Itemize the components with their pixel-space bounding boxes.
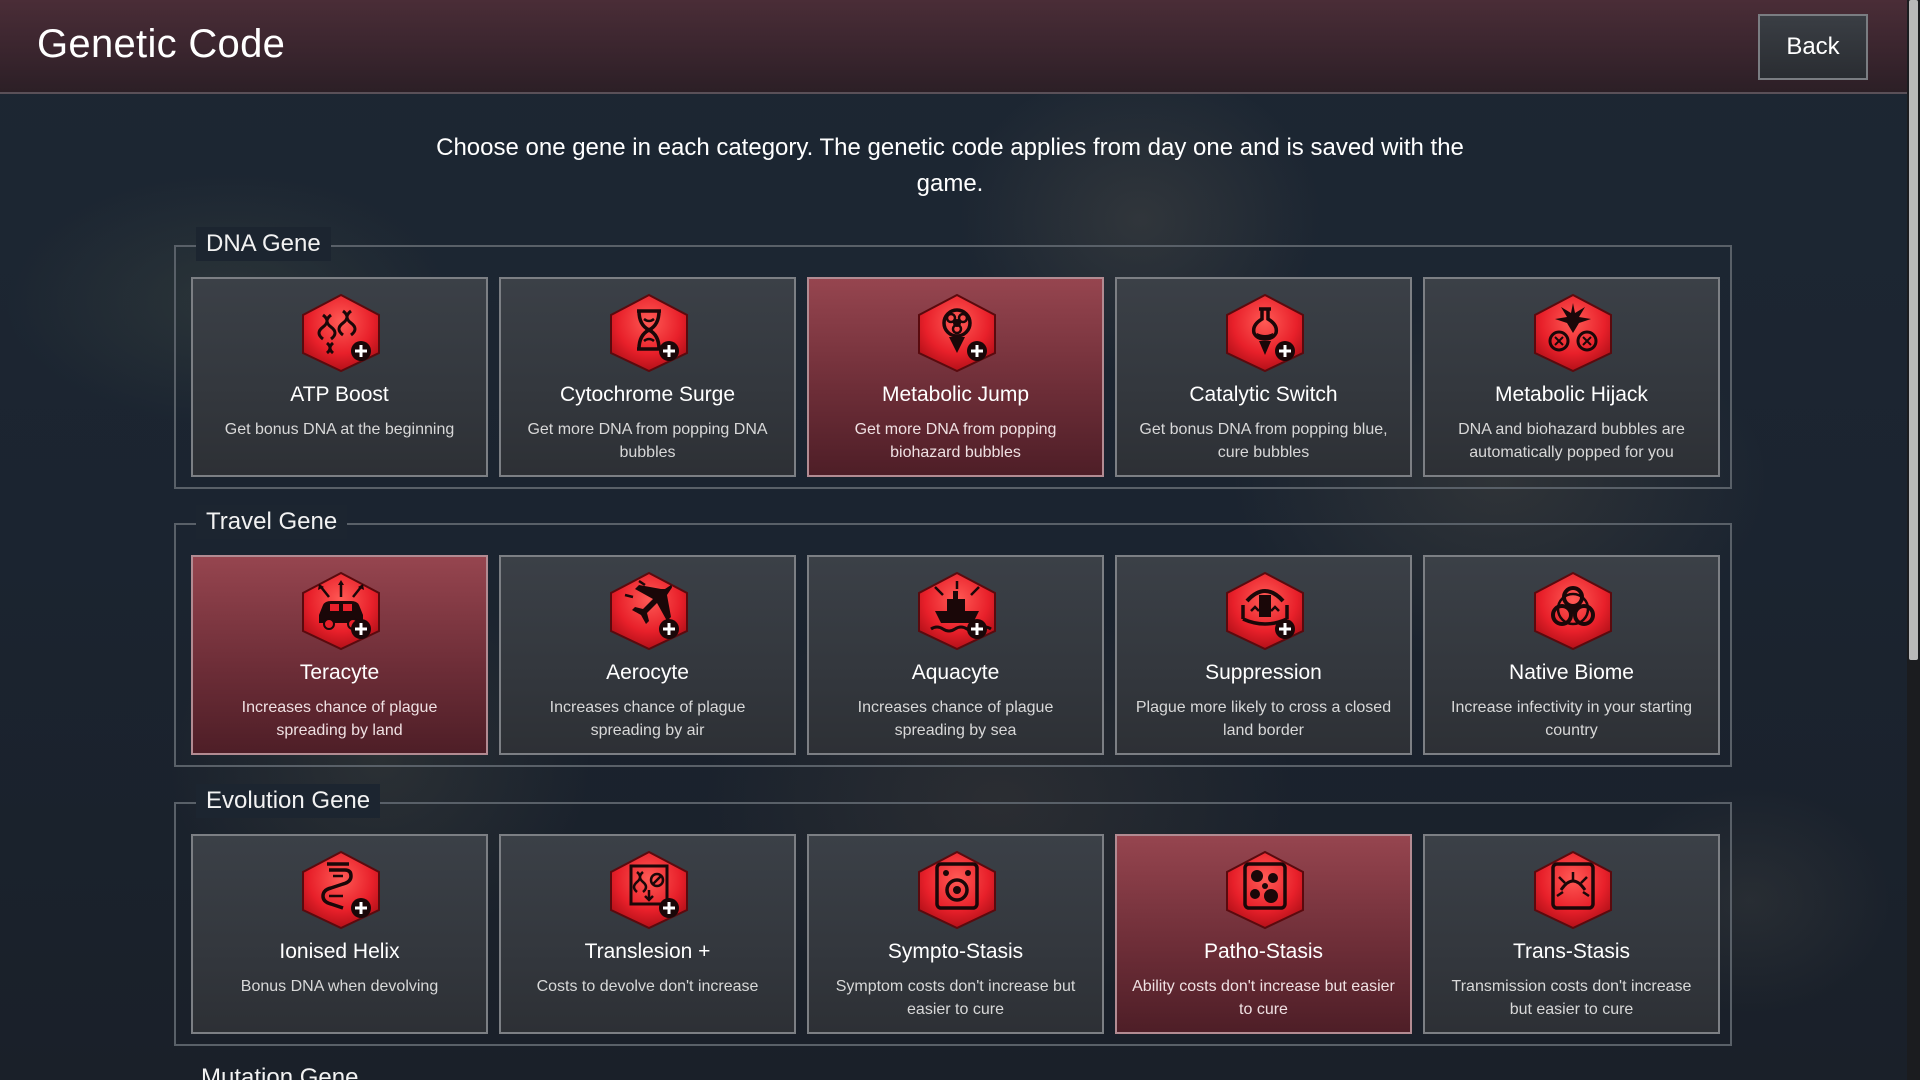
- dna-strands-icon: [297, 293, 385, 373]
- gene-card-sympto-stasis[interactable]: Sympto-Stasis Symptom costs don't increa…: [807, 834, 1104, 1034]
- gene-description: Bonus DNA when devolving: [240, 978, 439, 995]
- gene-description: Increases chance of plague spreading by …: [857, 699, 1054, 739]
- gene-name: Trans-Stasis: [1512, 940, 1631, 963]
- intro-text: Choose one gene in each category. The ge…: [436, 134, 1464, 197]
- gene-name: Metabolic Hijack: [1495, 383, 1648, 406]
- airplane-icon: [605, 571, 693, 651]
- gene-description: Ability costs don't increase but easier …: [1132, 978, 1395, 1018]
- category-title: DNA Gene: [196, 227, 331, 261]
- gene-card-metabolic-hijack[interactable]: Metabolic Hijack DNA and biohazard bubbl…: [1423, 277, 1720, 477]
- category-title: Evolution Gene: [196, 784, 381, 818]
- category-title-mutation-gene: Mutation Gene: [201, 1064, 359, 1080]
- burst-bubbles-icon: [1529, 293, 1617, 373]
- genetic-code-screen: Genetic Code Back Choose one gene in eac…: [0, 0, 1920, 1080]
- gene-card-cytochrome-surge[interactable]: Cytochrome Surge Get more DNA from poppi…: [499, 277, 796, 477]
- hourglass-dna-icon: [605, 293, 693, 373]
- gene-description: DNA and biohazard bubbles are automatica…: [1458, 421, 1685, 461]
- ship-icon: [913, 571, 1001, 651]
- biohazard-pin-icon: [913, 293, 1001, 373]
- gene-name: Suppression: [1205, 661, 1322, 684]
- gene-card-trans-stasis[interactable]: Trans-Stasis Transmission costs don't in…: [1423, 834, 1720, 1034]
- gene-card-patho-stasis[interactable]: Patho-Stasis Ability costs don't increas…: [1115, 834, 1412, 1034]
- gene-card-metabolic-jump[interactable]: Metabolic Jump Get more DNA from popping…: [807, 277, 1104, 477]
- gene-name: Catalytic Switch: [1189, 383, 1338, 406]
- gene-name: Metabolic Jump: [881, 383, 1030, 406]
- gene-name: Cytochrome Surge: [559, 383, 736, 406]
- category-travel-gene: Travel Gene Teracyte Increases chance of…: [174, 505, 1732, 767]
- gene-card-translesion-plus[interactable]: Translesion + Costs to devolve don't inc…: [499, 834, 796, 1034]
- gene-description: Costs to devolve don't increase: [536, 978, 759, 995]
- gene-description: Get more DNA from popping biohazard bubb…: [854, 421, 1057, 461]
- gene-name: Aquacyte: [911, 661, 1000, 684]
- gene-name: Sympto-Stasis: [887, 940, 1024, 963]
- gene-card-ionised-helix[interactable]: Ionised Helix Bonus DNA when devolving: [191, 834, 488, 1034]
- gene-card-native-biome[interactable]: Native Biome Increase infectivity in you…: [1423, 555, 1720, 755]
- category-evolution-gene: Evolution Gene Ionised Helix Bonus DNA w…: [174, 784, 1732, 1046]
- header-bar: Genetic Code Back: [0, 0, 1907, 94]
- gene-description: Plague more likely to cross a closed lan…: [1135, 699, 1392, 739]
- gene-description: Transmission costs don't increase but ea…: [1451, 978, 1692, 1018]
- gene-name: Teracyte: [299, 661, 380, 684]
- gene-description: Increases chance of plague spreading by …: [241, 699, 438, 739]
- car-icon: [297, 571, 385, 651]
- back-button[interactable]: Back: [1758, 14, 1868, 80]
- gene-card-catalytic-switch[interactable]: Catalytic Switch Get bonus DNA from popp…: [1115, 277, 1412, 477]
- gene-name: Native Biome: [1509, 661, 1634, 684]
- helix-icon: [297, 850, 385, 930]
- gene-description: Symptom costs don't increase but easier …: [835, 978, 1076, 1018]
- gene-description: Get bonus DNA at the beginning: [224, 421, 455, 438]
- gene-name: Aerocyte: [606, 661, 689, 684]
- gene-description: Get more DNA from popping DNA bubbles: [527, 421, 768, 461]
- gene-card-aquacyte[interactable]: Aquacyte Increases chance of plague spre…: [807, 555, 1104, 755]
- gene-name: Patho-Stasis: [1203, 940, 1324, 963]
- gene-description: Increase infectivity in your starting co…: [1451, 699, 1692, 739]
- page-title: Genetic Code: [37, 22, 286, 66]
- gene-name: Ionised Helix: [279, 940, 400, 963]
- border-gate-icon: [1221, 571, 1309, 651]
- gene-name: ATP Boost: [290, 383, 389, 406]
- gene-card-atp-boost[interactable]: ATP Boost Get bonus DNA at the beginning: [191, 277, 488, 477]
- biohazard-icon: [1529, 571, 1617, 651]
- symptom-cells-icon: [913, 850, 1001, 930]
- category-title: Travel Gene: [196, 505, 348, 539]
- category-dna-gene: DNA Gene ATP Boost Get bonus DNA at the …: [174, 227, 1732, 489]
- scrollbar-thumb[interactable]: [1909, 0, 1918, 660]
- gene-description: Increases chance of plague spreading by …: [549, 699, 746, 739]
- devolve-cost-icon: [605, 850, 693, 930]
- gene-card-suppression[interactable]: Suppression Plague more likely to cross …: [1115, 555, 1412, 755]
- gene-card-aerocyte[interactable]: Aerocyte Increases chance of plague spre…: [499, 555, 796, 755]
- hexagon-cells-icon: [1221, 850, 1309, 930]
- transmission-icon: [1529, 850, 1617, 930]
- gene-description: Get bonus DNA from popping blue, cure bu…: [1139, 421, 1388, 461]
- gene-name: Translesion +: [584, 940, 711, 963]
- gene-card-teracyte[interactable]: Teracyte Increases chance of plague spre…: [191, 555, 488, 755]
- flask-pin-icon: [1221, 293, 1309, 373]
